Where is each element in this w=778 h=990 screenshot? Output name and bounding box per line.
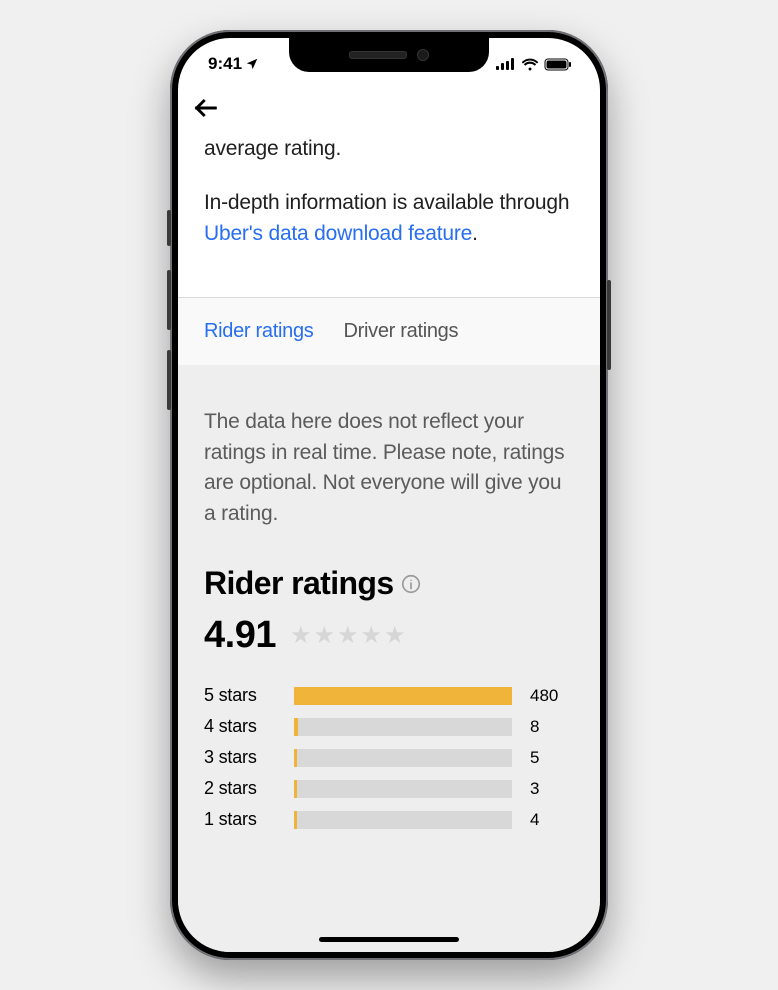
ratings-body: The data here does not reflect your rati… xyxy=(178,365,600,952)
stars-icon: ★★★★★ xyxy=(290,621,408,650)
ratings-bar xyxy=(294,780,512,798)
side-button xyxy=(167,210,171,246)
ratings-distribution: 5 stars 480 4 stars 8 3 stars 5 xyxy=(204,685,574,830)
ratings-row-label: 1 stars xyxy=(204,809,276,830)
ratings-title: Rider ratings xyxy=(204,565,394,602)
average-value: 4.91 xyxy=(204,614,276,657)
ratings-row-count: 8 xyxy=(530,717,574,737)
ratings-bar xyxy=(294,811,512,829)
ratings-row: 4 stars 8 xyxy=(204,716,574,737)
ratings-disclaimer: The data here does not reflect your rati… xyxy=(204,407,574,529)
ratings-row-count: 480 xyxy=(530,686,574,706)
notch xyxy=(289,38,489,72)
ratings-bar xyxy=(294,718,512,736)
tabs: Rider ratings Driver ratings xyxy=(178,297,600,365)
status-time: 9:41 xyxy=(208,54,242,74)
ratings-row: 5 stars 480 xyxy=(204,685,574,706)
intro-paragraph: In-depth information is available throug… xyxy=(204,188,574,249)
ratings-row-label: 3 stars xyxy=(204,747,276,768)
intro-partial: average rating. xyxy=(204,134,574,164)
intro-text-post: . xyxy=(472,222,478,245)
location-icon xyxy=(245,57,259,71)
wifi-icon xyxy=(521,58,539,71)
tab-rider-ratings[interactable]: Rider ratings xyxy=(204,320,313,343)
phone-frame: 9:41 xyxy=(170,30,608,960)
ratings-row: 2 stars 3 xyxy=(204,778,574,799)
front-camera xyxy=(417,49,429,61)
ratings-bar xyxy=(294,687,512,705)
battery-icon xyxy=(544,58,572,71)
ratings-row: 1 stars 4 xyxy=(204,809,574,830)
ratings-row-count: 5 xyxy=(530,748,574,768)
tab-driver-ratings[interactable]: Driver ratings xyxy=(343,320,458,343)
ratings-row-count: 4 xyxy=(530,810,574,830)
ratings-row-count: 3 xyxy=(530,779,574,799)
content: average rating. In-depth information is … xyxy=(178,134,600,952)
intro-section: average rating. In-depth information is … xyxy=(178,134,600,297)
intro-text-pre: In-depth information is available throug… xyxy=(204,191,569,214)
ratings-title-row: Rider ratings xyxy=(204,565,574,602)
cell-signal-icon xyxy=(496,58,516,70)
ratings-row: 3 stars 5 xyxy=(204,747,574,768)
back-button[interactable] xyxy=(192,94,220,122)
volume-down-button xyxy=(167,350,171,410)
info-icon[interactable] xyxy=(400,573,422,595)
average-row: 4.91 ★★★★★ xyxy=(204,614,574,657)
data-download-link[interactable]: Uber's data download feature xyxy=(204,222,472,245)
power-button xyxy=(607,280,611,370)
speaker xyxy=(349,51,407,59)
ratings-row-label: 2 stars xyxy=(204,778,276,799)
ratings-bar xyxy=(294,749,512,767)
ratings-row-label: 4 stars xyxy=(204,716,276,737)
volume-up-button xyxy=(167,270,171,330)
ratings-row-label: 5 stars xyxy=(204,685,276,706)
screen: 9:41 xyxy=(178,38,600,952)
home-indicator[interactable] xyxy=(319,937,459,942)
nav-bar xyxy=(178,82,600,134)
